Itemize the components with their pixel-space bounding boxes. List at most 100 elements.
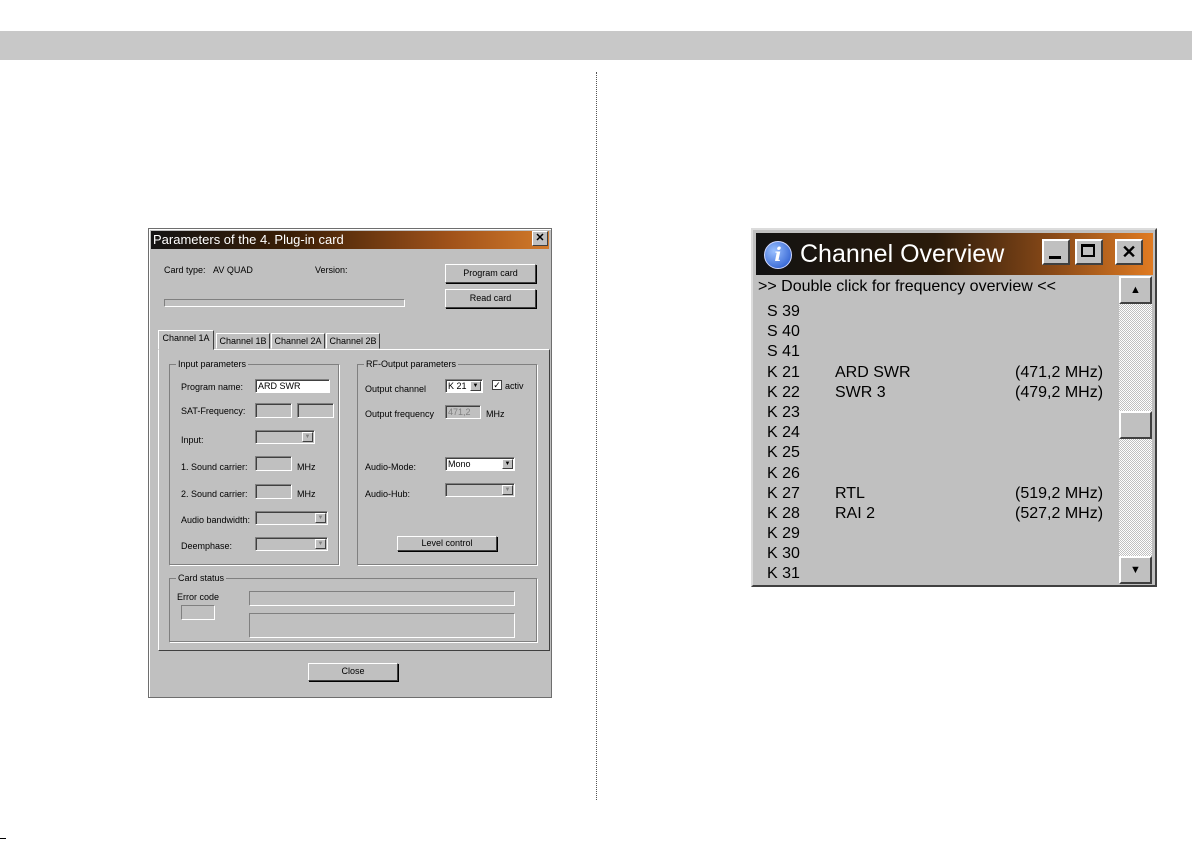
- audio-mode-select[interactable]: Mono ▼: [445, 457, 515, 471]
- close-button[interactable]: Close: [308, 663, 398, 681]
- maximize-icon[interactable]: [1075, 239, 1103, 265]
- list-item[interactable]: S 39: [767, 302, 1119, 322]
- channel-number: K 27: [767, 484, 800, 502]
- activ-label: activ: [505, 381, 524, 391]
- list-item[interactable]: K 24: [767, 423, 1119, 443]
- channel-overview-window: i Channel Overview ✕ >> Double click for…: [751, 228, 1157, 587]
- deemphase-label: Deemphase:: [181, 541, 233, 551]
- list-item[interactable]: K 29: [767, 524, 1119, 544]
- sat-frequency-input-2[interactable]: [297, 403, 334, 418]
- audio-mode-label: Audio-Mode:: [365, 462, 417, 472]
- minimize-icon[interactable]: [1042, 239, 1070, 265]
- frequency: (519,2 MHz): [1015, 484, 1104, 502]
- list-item[interactable]: K 27 RTL (519,2 MHz): [767, 484, 1119, 504]
- channel-number: S 41: [767, 343, 800, 361]
- channel-number: K 29: [767, 525, 800, 543]
- output-frequency-input[interactable]: 471,2: [445, 405, 481, 419]
- sound-carrier-2-input[interactable]: [255, 484, 292, 499]
- sat-frequency-label: SAT-Frequency:: [181, 406, 246, 416]
- tab-channel-2a[interactable]: Channel 2A: [271, 333, 325, 349]
- scroll-down-icon[interactable]: ▼: [1119, 556, 1152, 584]
- frequency: (479,2 MHz): [1015, 383, 1104, 401]
- program-name: RTL: [835, 484, 865, 502]
- error-code-label: Error code: [177, 592, 220, 602]
- input-select[interactable]: ▼: [255, 430, 315, 444]
- chevron-down-icon: ▼: [302, 432, 313, 442]
- sound-carrier-1-label: 1. Sound carrier:: [181, 462, 248, 472]
- channel-number: K 26: [767, 464, 800, 482]
- dialog-title-bar: Parameters of the 4. Plug-in card: [151, 231, 549, 249]
- list-item[interactable]: S 40: [767, 322, 1119, 342]
- sound-carrier-2-label: 2. Sound carrier:: [181, 489, 248, 499]
- audio-hub-select[interactable]: ▼: [445, 483, 515, 497]
- audio-bandwidth-label: Audio bandwidth:: [181, 515, 251, 525]
- audio-bandwidth-select[interactable]: ▼: [255, 511, 328, 525]
- dialog-title: Parameters of the 4. Plug-in card: [153, 232, 344, 247]
- list-item[interactable]: S 41: [767, 342, 1119, 362]
- channel-number: K 28: [767, 504, 800, 522]
- tab-channel-1a[interactable]: Channel 1A: [158, 330, 214, 350]
- input-parameters-legend: Input parameters: [176, 359, 249, 369]
- status-detail-field: [249, 613, 515, 638]
- card-status-legend: Card status: [176, 573, 227, 583]
- program-name-input[interactable]: ARD SWR: [255, 379, 330, 393]
- output-channel-value: K 21: [448, 381, 467, 391]
- list-item[interactable]: K 23: [767, 403, 1119, 423]
- scrollbar-thumb[interactable]: [1119, 411, 1152, 439]
- channel-number: S 39: [767, 303, 800, 320]
- channel-number: K 24: [767, 424, 800, 442]
- program-name: RAI 2: [835, 504, 876, 522]
- chevron-down-icon: ▼: [315, 513, 326, 523]
- sound-carrier-1-unit: MHz: [297, 462, 316, 472]
- program-name-label: Program name:: [181, 382, 244, 392]
- sat-frequency-input-1[interactable]: [255, 403, 292, 418]
- scroll-up-icon[interactable]: ▲: [1119, 276, 1152, 304]
- info-icon: i: [764, 241, 792, 269]
- tab-channel-1b[interactable]: Channel 1B: [216, 333, 270, 349]
- scrollbar[interactable]: ▲ ▼: [1119, 276, 1152, 584]
- list-item[interactable]: K 22 SWR 3 (479,2 MHz): [767, 383, 1119, 403]
- channel-list[interactable]: S 39 S 40 S 41 K 21 ARD SWR (471,2 MHz) K 22 SW…: [767, 302, 1119, 585]
- close-icon[interactable]: ✕: [1115, 239, 1143, 265]
- audio-mode-value: Mono: [448, 459, 471, 469]
- dialog-close-icon[interactable]: ✕: [532, 231, 548, 246]
- frequency: (527,2 MHz): [1015, 504, 1104, 522]
- list-item[interactable]: K 30: [767, 544, 1119, 564]
- program-name: SWR 3: [835, 383, 886, 401]
- list-item[interactable]: K 31: [767, 564, 1119, 584]
- tab-channel-2b[interactable]: Channel 2B: [326, 333, 380, 349]
- list-item[interactable]: K 28 RAI 2 (527,2 MHz): [767, 504, 1119, 524]
- input-label: Input:: [181, 435, 204, 445]
- card-type-label: Card type:: [164, 265, 206, 275]
- chevron-down-icon: ▼: [470, 381, 481, 391]
- list-item[interactable]: K 25: [767, 443, 1119, 463]
- channel-number: K 21: [767, 363, 800, 381]
- activ-checkbox[interactable]: ✓: [492, 380, 502, 390]
- frequency-overview-hint: >> Double click for frequency overview <…: [758, 278, 1056, 295]
- chevron-down-icon: ▼: [315, 539, 326, 549]
- channel-number: S 40: [767, 323, 800, 341]
- deemphase-select[interactable]: ▼: [255, 537, 328, 551]
- sound-carrier-1-input[interactable]: [255, 456, 292, 471]
- sound-carrier-2-unit: MHz: [297, 489, 316, 499]
- channel-number: K 31: [767, 565, 800, 583]
- audio-hub-label: Audio-Hub:: [365, 489, 411, 499]
- frequency: (471,2 MHz): [1015, 363, 1104, 381]
- output-channel-select[interactable]: K 21 ▼: [445, 379, 483, 393]
- page-divider: [596, 72, 597, 800]
- list-item[interactable]: K 21 ARD SWR (471,2 MHz): [767, 363, 1119, 383]
- parameters-dialog: Parameters of the 4. Plug-in card ✕ Card…: [148, 228, 552, 698]
- channel-number: K 30: [767, 545, 800, 563]
- card-type-value: AV QUAD: [213, 265, 253, 275]
- program-card-button[interactable]: Program card: [445, 264, 536, 283]
- channel-number: K 22: [767, 383, 800, 401]
- read-card-button[interactable]: Read card: [445, 289, 536, 308]
- output-frequency-unit: MHz: [486, 409, 505, 419]
- level-control-button[interactable]: Level control: [397, 536, 497, 551]
- progress-bar: [164, 299, 405, 307]
- channel-number: K 23: [767, 403, 800, 421]
- chevron-down-icon: ▼: [502, 459, 513, 469]
- list-item[interactable]: K 26: [767, 464, 1119, 484]
- channel-overview-title: Channel Overview: [800, 240, 1005, 268]
- program-name: ARD SWR: [835, 363, 911, 381]
